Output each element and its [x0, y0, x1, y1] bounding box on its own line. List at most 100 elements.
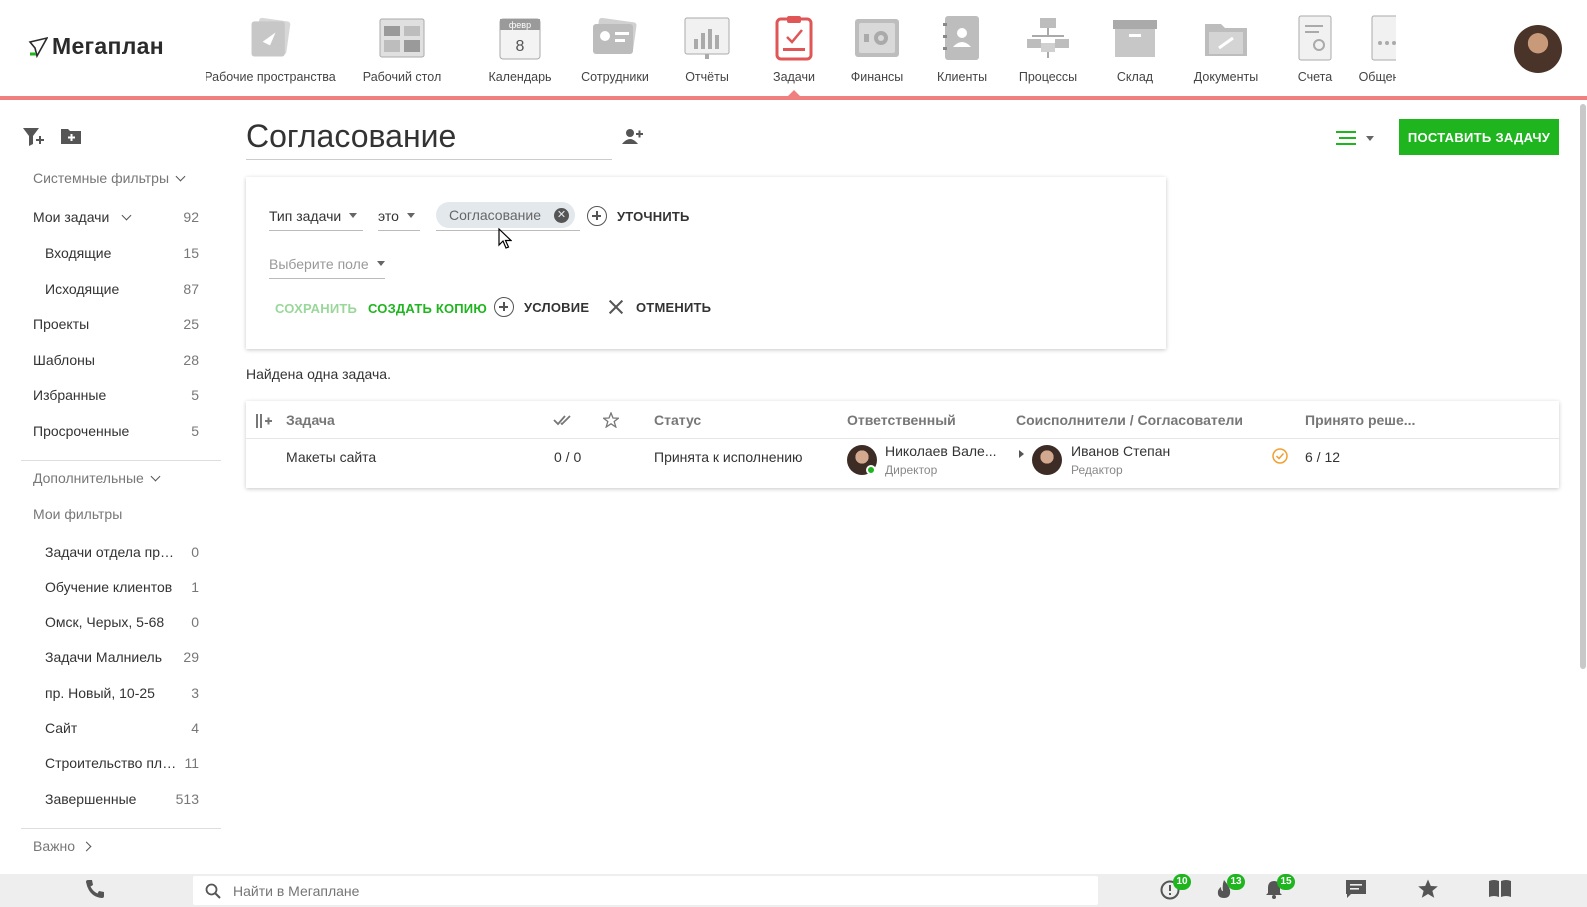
messages-icon[interactable] — [1345, 878, 1371, 902]
checklist-icon[interactable] — [553, 413, 573, 427]
tasks-icon — [770, 15, 818, 61]
filter-item[interactable]: Обучение клиентов 1 — [45, 574, 199, 600]
nav-documents[interactable]: Документы — [1178, 0, 1274, 96]
sidebar-item-projects[interactable]: Проекты 25 — [33, 311, 199, 337]
filter-item-label: Омск, Черых, 5-68 — [45, 614, 165, 630]
cancel-filter-button[interactable]: ОТМЕНИТЬ — [606, 297, 711, 317]
coexecutor-avatar[interactable] — [1032, 445, 1062, 475]
filter-item-count: 4 — [191, 720, 199, 736]
important-toggle[interactable]: Важно — [33, 838, 92, 854]
favorites-star-icon[interactable] — [1417, 878, 1443, 902]
add-condition-button[interactable]: УСЛОВИЕ — [494, 297, 589, 317]
task-name-link[interactable]: Макеты сайта — [286, 449, 376, 465]
filter-value-field[interactable]: Согласование ✕ — [436, 201, 580, 231]
participants-icon[interactable] — [621, 128, 643, 146]
filter-item[interactable]: Строительство площадки 11 — [45, 750, 199, 776]
nav-chat[interactable]: Общение — [1356, 0, 1396, 96]
column-header-task[interactable]: Задача — [286, 412, 335, 428]
nav-label: Общение — [1358, 70, 1396, 84]
responsible-name[interactable]: Николаев Вале... — [885, 443, 997, 459]
nav-label: Счета — [1297, 70, 1333, 84]
sidebar-item-favorites[interactable]: Избранные 5 — [33, 382, 199, 408]
nav-employees[interactable]: Сотрудники — [570, 0, 660, 96]
nav-calendar[interactable]: февр 8 Календарь — [470, 0, 570, 96]
nav-tasks[interactable]: Задачи — [754, 0, 834, 96]
filter-item-label: Сайт — [45, 720, 78, 736]
additional-toggle[interactable]: Дополнительные — [33, 470, 161, 486]
table-row[interactable]: Макеты сайта 0 / 0 Принята к исполнению … — [246, 439, 1559, 488]
star-icon[interactable] — [601, 411, 621, 429]
filter-item[interactable]: Задачи Малниель 29 — [45, 644, 199, 670]
filter-item[interactable]: Сайт 4 — [45, 715, 199, 741]
filter-field-select[interactable]: Тип задачи — [269, 201, 363, 231]
nav-workspaces[interactable]: Рабочие пространства — [206, 0, 336, 96]
user-avatar[interactable] — [1514, 25, 1562, 73]
sidebar-item-count: 87 — [183, 281, 199, 297]
refine-label: УТОЧНИТЬ — [617, 208, 690, 224]
search-input[interactable] — [233, 882, 1053, 899]
task-status: Принята к исполнению — [654, 449, 803, 465]
sidebar-item-templates[interactable]: Шаблоны 28 — [33, 347, 199, 373]
fire-icon[interactable]: 13 — [1214, 874, 1245, 902]
nav-label: Процессы — [1018, 70, 1078, 84]
remove-chip-icon[interactable]: ✕ — [554, 208, 569, 223]
refine-button[interactable]: УТОЧНИТЬ — [587, 206, 690, 226]
coexecutor-name[interactable]: Иванов Степан — [1071, 443, 1170, 459]
alert-icon[interactable]: 10 — [1160, 874, 1191, 902]
nav-reports[interactable]: Отчёты — [660, 0, 754, 96]
nav-warehouse[interactable]: Склад — [1092, 0, 1178, 96]
bell-icon[interactable]: 15 — [1264, 874, 1295, 902]
add-folder-icon[interactable] — [60, 126, 82, 148]
desktop-icon — [378, 15, 426, 61]
tasks-table: Задача Статус Ответственный Соисполнител… — [246, 401, 1559, 488]
sidebar-item-my-tasks[interactable]: Мои задачи 92 — [33, 204, 199, 230]
column-header-status[interactable]: Статус — [654, 412, 701, 428]
nav-clients[interactable]: Клиенты — [920, 0, 1004, 96]
help-book-icon[interactable] — [1488, 878, 1514, 902]
column-header-coexecutors[interactable]: Соисполнители / Согласователи — [1016, 412, 1243, 428]
filter-item[interactable]: Омск, Черых, 5-68 0 — [45, 609, 199, 635]
filter-item[interactable]: Завершенные 513 — [45, 786, 199, 812]
chevron-down-icon — [175, 171, 186, 181]
nav-invoices[interactable]: Счета — [1274, 0, 1356, 96]
sidebar-item-overdue[interactable]: Просроченные 5 — [33, 418, 199, 444]
system-filters-toggle[interactable]: Системные фильтры — [33, 170, 186, 186]
clients-icon — [938, 15, 986, 61]
column-header-decisions[interactable]: Принято реше... — [1305, 412, 1415, 428]
filter-item-count: 0 — [191, 614, 199, 630]
workspaces-icon — [246, 15, 294, 61]
copy-filter-button[interactable]: СОЗДАТЬ КОПИЮ — [368, 301, 487, 316]
sidebar-item-incoming[interactable]: Входящие 15 — [45, 240, 199, 266]
nav-desktop[interactable]: Рабочий стол — [334, 0, 470, 96]
nav-finance[interactable]: Финансы — [834, 0, 920, 96]
caret-down-icon — [376, 261, 385, 266]
sidebar-tools — [22, 126, 82, 148]
nav-processes[interactable]: Процессы — [1004, 0, 1092, 96]
page-scrollbar[interactable] — [1580, 104, 1586, 669]
filter-value-chip[interactable]: Согласование ✕ — [436, 202, 575, 228]
chevron-right-icon — [81, 841, 92, 851]
choose-field-select[interactable]: Выберите поле — [269, 249, 385, 279]
filter-item-count: 29 — [183, 649, 199, 665]
chevron-down-icon — [150, 471, 161, 481]
phone-icon[interactable] — [84, 878, 110, 902]
add-filter-icon[interactable] — [22, 126, 44, 148]
expand-arrow-icon[interactable] — [1019, 450, 1024, 458]
filter-operator-select[interactable]: это — [378, 201, 420, 231]
view-mode-dropdown[interactable] — [1336, 128, 1380, 148]
global-search[interactable] — [193, 876, 1098, 905]
create-task-button[interactable]: ПОСТАВИТЬ ЗАДАЧУ — [1399, 119, 1559, 155]
megaplan-logo[interactable]: Мегаплан — [28, 33, 164, 60]
nav-label: Задачи — [773, 70, 815, 84]
sidebar-item-outgoing[interactable]: Исходящие 87 — [45, 276, 199, 302]
filter-item[interactable]: пр. Новый, 10-25 3 — [45, 680, 199, 706]
column-settings-icon[interactable] — [256, 414, 272, 428]
filter-item[interactable]: Задачи отдела продаж 0 — [45, 539, 199, 565]
save-filter-button[interactable]: СОХРАНИТЬ — [275, 301, 357, 316]
column-header-responsible[interactable]: Ответственный — [847, 412, 956, 428]
my-filters-label: Мои фильтры — [33, 506, 123, 522]
page-title[interactable]: Согласование — [246, 118, 612, 160]
finance-icon — [853, 15, 901, 61]
notifications-badge: 15 — [1277, 874, 1295, 890]
nav-label: Рабочие пространства — [206, 70, 336, 84]
